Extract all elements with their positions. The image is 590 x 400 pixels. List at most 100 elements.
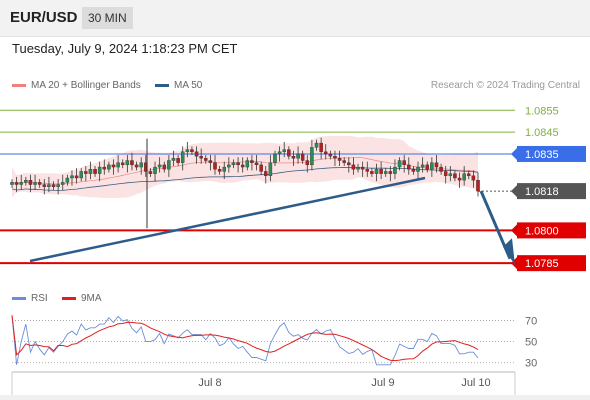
candle-body (231, 162, 236, 166)
candle-body (430, 162, 434, 170)
candle-body (213, 162, 217, 170)
candle-body (416, 166, 420, 172)
candle-body (342, 160, 346, 163)
candle-body (236, 162, 240, 166)
candle-body (328, 153, 333, 157)
candle-body (411, 169, 416, 172)
candle-body (116, 162, 120, 168)
projection-arrowhead (503, 238, 515, 266)
candle-body (107, 164, 111, 170)
candle-body (434, 162, 439, 168)
candle-body (337, 158, 342, 161)
candle-body (310, 147, 314, 166)
rsi-level-label-1: 50 (525, 337, 537, 349)
rsi-level-label-0: 70 (525, 316, 537, 328)
candle-body (374, 169, 379, 174)
candle-body (79, 171, 83, 179)
candle-body (120, 162, 125, 166)
candle-body (157, 164, 162, 168)
candle-body (333, 155, 337, 159)
x-tick-label-0: Jul 8 (198, 377, 221, 389)
x-tick-label-2: Jul 10 (461, 377, 490, 389)
candle-body (467, 173, 471, 176)
candle-body (323, 151, 328, 155)
candle-body (42, 184, 47, 187)
candle-body (65, 177, 70, 183)
candle-body (56, 184, 60, 187)
candle-body (190, 149, 194, 152)
candle-body (227, 164, 231, 168)
candle-body (208, 160, 213, 163)
candle-body (462, 173, 466, 181)
candle-body (439, 166, 443, 172)
candle-body (453, 173, 457, 179)
candle-body (111, 164, 116, 168)
candle-body (282, 149, 286, 152)
candle-body (448, 173, 453, 176)
candle-body (351, 164, 356, 170)
level-badge-arrow-4 (511, 224, 517, 237)
level-label-1: 1.0845 (525, 127, 559, 139)
candle-body (379, 169, 383, 174)
candle-body (360, 166, 365, 170)
candle-body (300, 153, 305, 161)
candle-body (287, 149, 291, 157)
candle-body (291, 155, 296, 159)
candle-body (370, 171, 374, 174)
candle-body (84, 171, 88, 174)
candle-body (305, 160, 310, 166)
x-tick-label-1: Jul 9 (371, 377, 394, 389)
candle-body (139, 162, 143, 168)
candle-body (425, 164, 429, 170)
candle-body (33, 182, 37, 185)
candle-body (393, 166, 397, 174)
candle-body (194, 151, 199, 157)
candle-body (47, 184, 51, 187)
candle-body (102, 166, 107, 170)
candle-body (250, 160, 254, 163)
candle-body (407, 164, 411, 170)
candle-body (319, 142, 323, 152)
level-label-5: 1.0785 (525, 258, 559, 270)
candle-body (61, 182, 65, 185)
candle-body (10, 182, 14, 185)
candle-body (148, 171, 153, 174)
candle-body (245, 160, 250, 168)
candle-body (204, 158, 208, 161)
price-chart[interactable]: 1.0855 1.0845 1.0835 1.0818 1.0800 1.0785 70 50… (0, 0, 590, 400)
candle-body (383, 171, 388, 174)
candle-body (268, 162, 273, 176)
candle-body (273, 153, 277, 163)
candle-body (402, 160, 406, 166)
candle-body (420, 164, 425, 168)
candle-body (277, 151, 282, 155)
candle-body (70, 175, 74, 179)
candle-body (19, 182, 23, 185)
level-label-4: 1.0800 (525, 225, 559, 237)
candle-body (199, 155, 203, 159)
candle-body (134, 164, 139, 168)
candle-body (93, 169, 97, 174)
candle-body (254, 162, 259, 166)
candle-body (180, 151, 185, 163)
bottom-border (0, 395, 590, 400)
level-label-0: 1.0855 (525, 105, 559, 117)
candle-body (167, 160, 171, 170)
candle-body (457, 177, 462, 181)
candle-body (347, 162, 351, 166)
candle-body (356, 166, 360, 170)
candle-body (240, 164, 245, 168)
candle-body (314, 142, 319, 148)
candle-body (130, 160, 134, 166)
candle-body (222, 166, 226, 172)
candle-body (51, 184, 56, 187)
candle-body (443, 171, 448, 176)
candle-body (28, 180, 33, 185)
candle-body (24, 180, 28, 183)
candle-body (162, 164, 167, 170)
level-badge-arrow-3 (511, 185, 517, 198)
rsi-9ma-line (11, 315, 479, 362)
candle-body (88, 169, 93, 174)
candle-body (153, 166, 157, 174)
candle-body (217, 169, 222, 172)
